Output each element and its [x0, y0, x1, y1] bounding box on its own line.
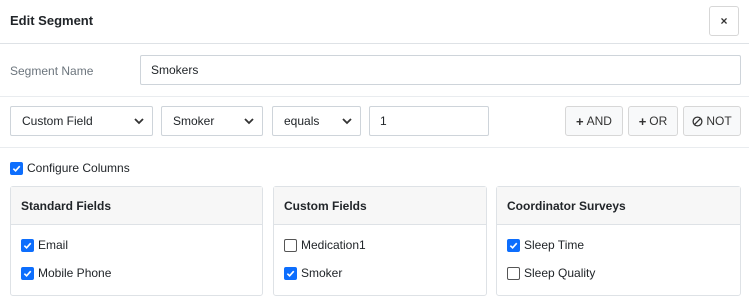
panel-title: Coordinator Surveys: [497, 187, 740, 225]
option-label: Smoker: [301, 266, 343, 280]
operator-select[interactable]: equals: [272, 106, 361, 136]
segment-name-label: Segment Name: [10, 64, 94, 78]
segment-name-input[interactable]: Smokers: [140, 55, 741, 85]
check-icon: [23, 242, 32, 249]
column-option-smoker[interactable]: Smoker: [284, 266, 342, 280]
custom-fields-panel: Custom Fields Medication1 Smoker: [273, 186, 487, 296]
option-label: Sleep Quality: [524, 266, 596, 280]
check-icon: [23, 270, 32, 277]
not-button[interactable]: NOT: [683, 106, 741, 136]
check-icon: [509, 242, 518, 249]
option-label: Email: [38, 238, 69, 252]
and-button[interactable]: + AND: [565, 106, 623, 136]
filter-value-input[interactable]: 1: [369, 106, 489, 136]
or-button[interactable]: + OR: [628, 106, 678, 136]
checkbox[interactable]: [284, 266, 297, 280]
field-value: Smoker: [173, 114, 215, 128]
option-label: Medication1: [301, 238, 366, 252]
plus-icon: +: [638, 113, 647, 129]
close-icon: ×: [720, 14, 728, 28]
column-option-email[interactable]: Email: [21, 238, 68, 252]
column-option-sleep-quality[interactable]: Sleep Quality: [507, 266, 595, 280]
checkbox[interactable]: [507, 238, 520, 252]
checkbox[interactable]: [21, 238, 34, 252]
check-icon: [12, 165, 21, 172]
column-option-mobile-phone[interactable]: Mobile Phone: [21, 266, 111, 280]
segment-name-row: Segment Name Smokers: [0, 45, 749, 97]
field-type-select[interactable]: Custom Field: [10, 106, 153, 136]
modal-title: Edit Segment: [10, 13, 94, 28]
chevron-down-icon: [244, 118, 254, 125]
plus-icon: +: [576, 113, 584, 129]
operator-value: equals: [284, 114, 320, 128]
option-label: Sleep Time: [524, 238, 585, 252]
field-select[interactable]: Smoker: [161, 106, 263, 136]
close-button[interactable]: ×: [709, 6, 739, 36]
configure-columns-checkbox[interactable]: [10, 161, 23, 175]
filter-row: Custom Field Smoker equals 1 + AND + OR …: [0, 98, 749, 148]
chevron-down-icon: [134, 118, 144, 125]
configure-columns-label: Configure Columns: [27, 161, 130, 175]
configure-columns-row: Configure Columns: [10, 161, 130, 175]
column-option-sleep-time[interactable]: Sleep Time: [507, 238, 584, 252]
standard-fields-panel: Standard Fields Email Mobile Phone: [10, 186, 263, 296]
not-label: NOT: [706, 114, 732, 128]
ban-icon: [692, 115, 703, 127]
checkbox[interactable]: [507, 266, 520, 280]
column-option-medication1[interactable]: Medication1: [284, 238, 366, 252]
checkbox[interactable]: [21, 266, 34, 280]
panel-title: Custom Fields: [274, 187, 486, 225]
coordinator-surveys-panel: Coordinator Surveys Sleep Time Sleep Qua…: [496, 186, 741, 296]
field-type-value: Custom Field: [22, 114, 93, 128]
modal-header: Edit Segment ×: [0, 0, 749, 44]
chevron-down-icon: [342, 118, 352, 125]
or-label: OR: [649, 114, 668, 128]
option-label: Mobile Phone: [38, 266, 112, 280]
check-icon: [286, 270, 295, 277]
panel-title: Standard Fields: [11, 187, 262, 225]
checkbox[interactable]: [284, 238, 297, 252]
and-label: AND: [586, 114, 612, 128]
